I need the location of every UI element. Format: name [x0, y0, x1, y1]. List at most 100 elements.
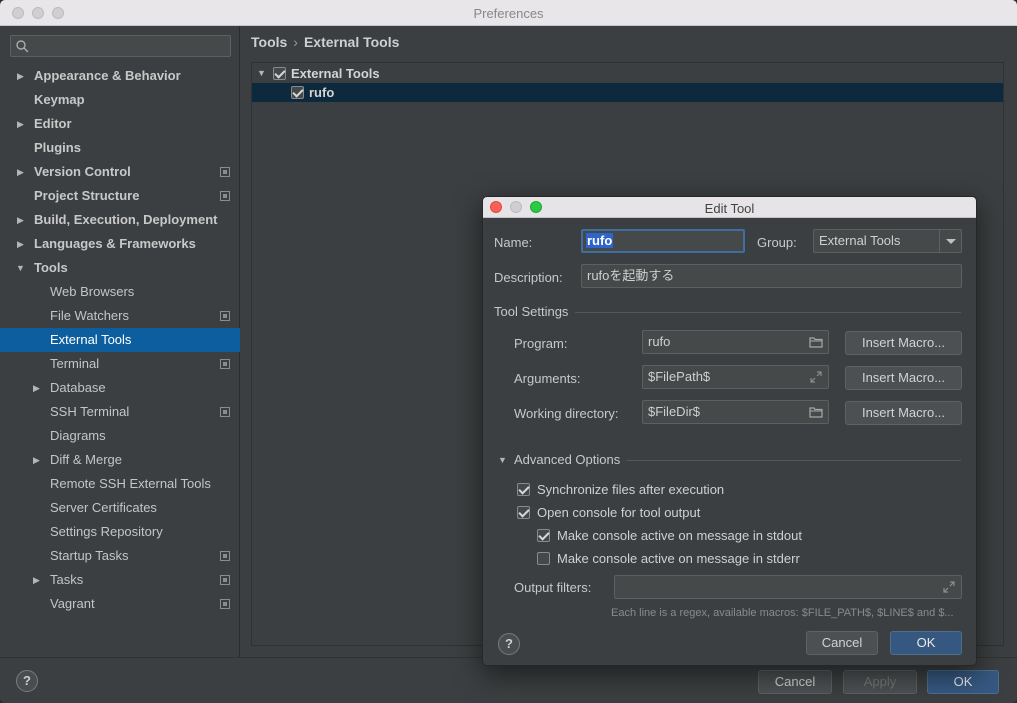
working-directory-label: Working directory:	[514, 406, 619, 421]
sidebar-item-tools[interactable]: ▼ Tools	[0, 256, 240, 280]
chevron-down-icon[interactable]: ▼	[498, 455, 507, 465]
settings-search-input[interactable]	[10, 35, 231, 57]
sidebar-item-diagrams[interactable]: Diagrams	[0, 424, 240, 448]
active-stdout-checkbox-row[interactable]: Make console active on message in stdout	[537, 528, 802, 543]
sidebar-item-web-browsers[interactable]: Web Browsers	[0, 280, 240, 304]
chevron-down-icon[interactable]: ▼	[16, 256, 25, 280]
sidebar-item-external-tools[interactable]: External Tools	[0, 328, 240, 352]
project-scope-icon	[220, 311, 230, 321]
insert-macro-button-arguments[interactable]: Insert Macro...	[845, 366, 962, 390]
active-stdout-checkbox[interactable]	[537, 529, 550, 542]
sidebar-item-appearance-behavior[interactable]: ▶ Appearance & Behavior	[0, 64, 240, 88]
sidebar-item-build-execution-deployment[interactable]: ▶ Build, Execution, Deployment	[0, 208, 240, 232]
search-icon	[16, 40, 29, 53]
edit-tool-dialog: Edit Tool Name: rufo Group: External Too…	[482, 196, 977, 666]
sidebar-item-remote-ssh-external-tools[interactable]: Remote SSH External Tools	[0, 472, 240, 496]
external-tools-group-checkbox[interactable]	[273, 67, 286, 80]
breadcrumb-separator: ›	[293, 34, 298, 50]
name-value: rufo	[586, 233, 614, 248]
settings-sidebar: ▶ Appearance & Behavior Keymap ▶ Editor …	[0, 26, 240, 657]
ok-button[interactable]: OK	[927, 670, 999, 694]
active-stderr-checkbox[interactable]	[537, 552, 550, 565]
tool-settings-title: Tool Settings	[494, 304, 569, 319]
chevron-right-icon[interactable]: ▶	[17, 208, 24, 232]
dialog-cancel-button[interactable]: Cancel	[806, 631, 878, 655]
sidebar-item-project-structure[interactable]: Project Structure	[0, 184, 240, 208]
apply-button[interactable]: Apply	[843, 670, 917, 694]
sidebar-item-vagrant[interactable]: Vagrant	[0, 592, 240, 616]
active-stderr-checkbox-row[interactable]: Make console active on message in stderr	[537, 551, 800, 566]
sidebar-item-languages-frameworks[interactable]: ▶ Languages & Frameworks	[0, 232, 240, 256]
name-label: Name:	[494, 235, 533, 250]
sidebar-item-plugins[interactable]: Plugins	[0, 136, 240, 160]
breadcrumb-parent[interactable]: Tools	[251, 34, 287, 50]
chevron-right-icon[interactable]: ▶	[17, 64, 24, 88]
breadcrumb-current: External Tools	[303, 34, 400, 50]
rufo-checkbox[interactable]	[291, 86, 304, 99]
chevron-right-icon[interactable]: ▶	[33, 376, 40, 400]
project-scope-icon	[220, 599, 230, 609]
project-scope-icon	[220, 167, 230, 177]
working-directory-input[interactable]: $FileDir$	[642, 400, 829, 424]
sidebar-item-terminal[interactable]: Terminal	[0, 352, 240, 376]
sidebar-item-tasks[interactable]: ▶ Tasks	[0, 568, 240, 592]
dialog-titlebar[interactable]: Edit Tool	[483, 197, 976, 218]
sidebar-item-server-certificates[interactable]: Server Certificates	[0, 496, 240, 520]
folder-icon[interactable]	[809, 405, 823, 419]
sidebar-item-startup-tasks[interactable]: Startup Tasks	[0, 544, 240, 568]
cancel-button[interactable]: Cancel	[758, 670, 832, 694]
chevron-right-icon[interactable]: ▶	[17, 232, 24, 256]
sidebar-item-diff-merge[interactable]: ▶ Diff & Merge	[0, 448, 240, 472]
tree-row-rufo[interactable]: rufo	[252, 83, 1003, 102]
advanced-options-toggle[interactable]: Advanced Options	[514, 452, 620, 467]
help-button[interactable]: ?	[16, 670, 38, 692]
project-scope-icon	[220, 407, 230, 417]
arguments-label: Arguments:	[514, 371, 581, 386]
project-scope-icon	[220, 551, 230, 561]
sidebar-item-settings-repository[interactable]: Settings Repository	[0, 520, 240, 544]
folder-icon[interactable]	[809, 335, 823, 349]
description-input[interactable]: rufoを起動する	[581, 264, 962, 288]
open-console-checkbox[interactable]	[517, 506, 530, 519]
chevron-right-icon[interactable]: ▶	[33, 568, 40, 592]
chevron-right-icon[interactable]: ▶	[33, 448, 40, 472]
tree-row-external-tools-group[interactable]: ▼ External Tools	[252, 64, 1003, 83]
project-scope-icon	[220, 191, 230, 201]
dialog-help-button[interactable]: ?	[498, 633, 520, 655]
sync-files-checkbox-row[interactable]: Synchronize files after execution	[517, 482, 724, 497]
name-input[interactable]: rufo	[581, 229, 745, 253]
sidebar-item-keymap[interactable]: Keymap	[0, 88, 240, 112]
chevron-right-icon[interactable]: ▶	[17, 160, 24, 184]
group-select[interactable]: External Tools	[813, 229, 962, 253]
sidebar-item-editor[interactable]: ▶ Editor	[0, 112, 240, 136]
expand-icon[interactable]	[809, 370, 823, 384]
chevron-right-icon[interactable]: ▶	[17, 112, 24, 136]
insert-macro-button-program[interactable]: Insert Macro...	[845, 331, 962, 355]
output-filters-input[interactable]	[614, 575, 962, 599]
project-scope-icon	[220, 359, 230, 369]
output-filters-hint: Each line is a regex, available macros: …	[611, 607, 954, 619]
window-title: Preferences	[473, 6, 544, 21]
open-console-checkbox-row[interactable]: Open console for tool output	[517, 505, 700, 520]
group-value: External Tools	[819, 233, 901, 248]
output-filters-label: Output filters:	[514, 580, 592, 595]
dialog-ok-button[interactable]: OK	[890, 631, 962, 655]
chevron-down-icon[interactable]	[939, 230, 961, 252]
sidebar-item-version-control[interactable]: ▶ Version Control	[0, 160, 240, 184]
chevron-down-icon[interactable]: ▼	[257, 64, 266, 83]
sync-files-checkbox[interactable]	[517, 483, 530, 496]
description-label: Description:	[494, 270, 563, 285]
dialog-title: Edit Tool	[704, 201, 755, 216]
arguments-input[interactable]: $FilePath$	[642, 365, 829, 389]
window-titlebar[interactable]: Preferences	[0, 0, 1017, 26]
insert-macro-button-workdir[interactable]: Insert Macro...	[845, 401, 962, 425]
program-label: Program:	[514, 336, 568, 351]
sidebar-item-file-watchers[interactable]: File Watchers	[0, 304, 240, 328]
expand-icon[interactable]	[942, 580, 956, 594]
program-input[interactable]: rufo	[642, 330, 829, 354]
project-scope-icon	[220, 575, 230, 585]
group-label: Group:	[757, 235, 797, 250]
section-divider	[626, 460, 961, 461]
sidebar-item-ssh-terminal[interactable]: SSH Terminal	[0, 400, 240, 424]
sidebar-item-database[interactable]: ▶ Database	[0, 376, 240, 400]
